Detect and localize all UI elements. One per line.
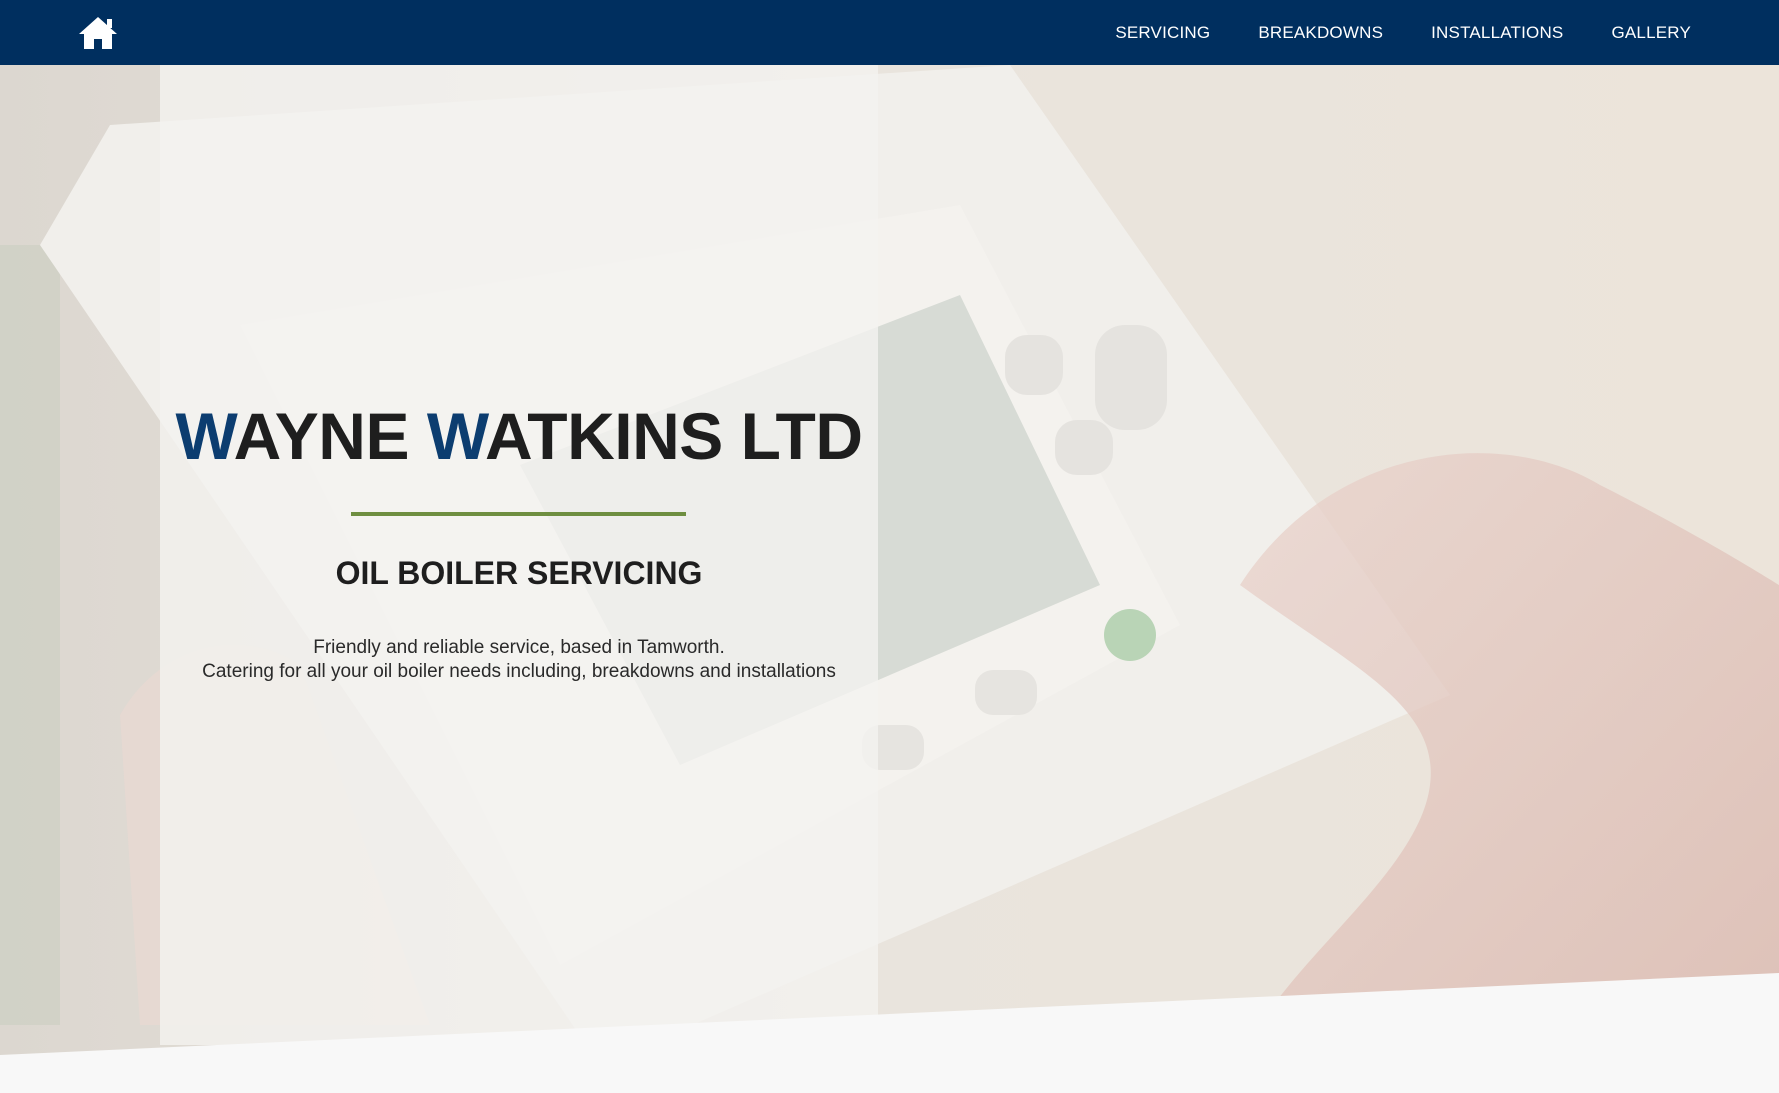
hero-description-line-1: Friendly and reliable service, based in … (313, 637, 725, 658)
nav-gallery[interactable]: GALLERY (1611, 23, 1691, 43)
title-part-1: AYNE (233, 399, 427, 473)
home-icon (79, 17, 117, 49)
title-initial-w1: W (175, 399, 235, 473)
nav-installations[interactable]: INSTALLATIONS (1431, 23, 1563, 43)
home-link[interactable] (76, 14, 120, 52)
nav-breakdowns[interactable]: BREAKDOWNS (1258, 23, 1383, 43)
service-subtitle: OIL BOILER SERVICING (335, 555, 703, 591)
title-initial-w2: W (426, 399, 486, 473)
main-nav: SERVICING BREAKDOWNS INSTALLATIONS GALLE… (1115, 0, 1691, 65)
nav-servicing[interactable]: SERVICING (1115, 23, 1210, 43)
title-part-2: ATKINS LTD (484, 399, 863, 473)
hero-description-line-2: Catering for all your oil boiler needs i… (202, 661, 836, 682)
company-name-heading: WAYNE WATKINS LTD (160, 398, 878, 474)
top-navbar: SERVICING BREAKDOWNS INSTALLATIONS GALLE… (0, 0, 1779, 65)
hero-section: WAYNE WATKINS LTD OIL BOILER SERVICING F… (0, 65, 1779, 1093)
title-divider (351, 512, 686, 516)
